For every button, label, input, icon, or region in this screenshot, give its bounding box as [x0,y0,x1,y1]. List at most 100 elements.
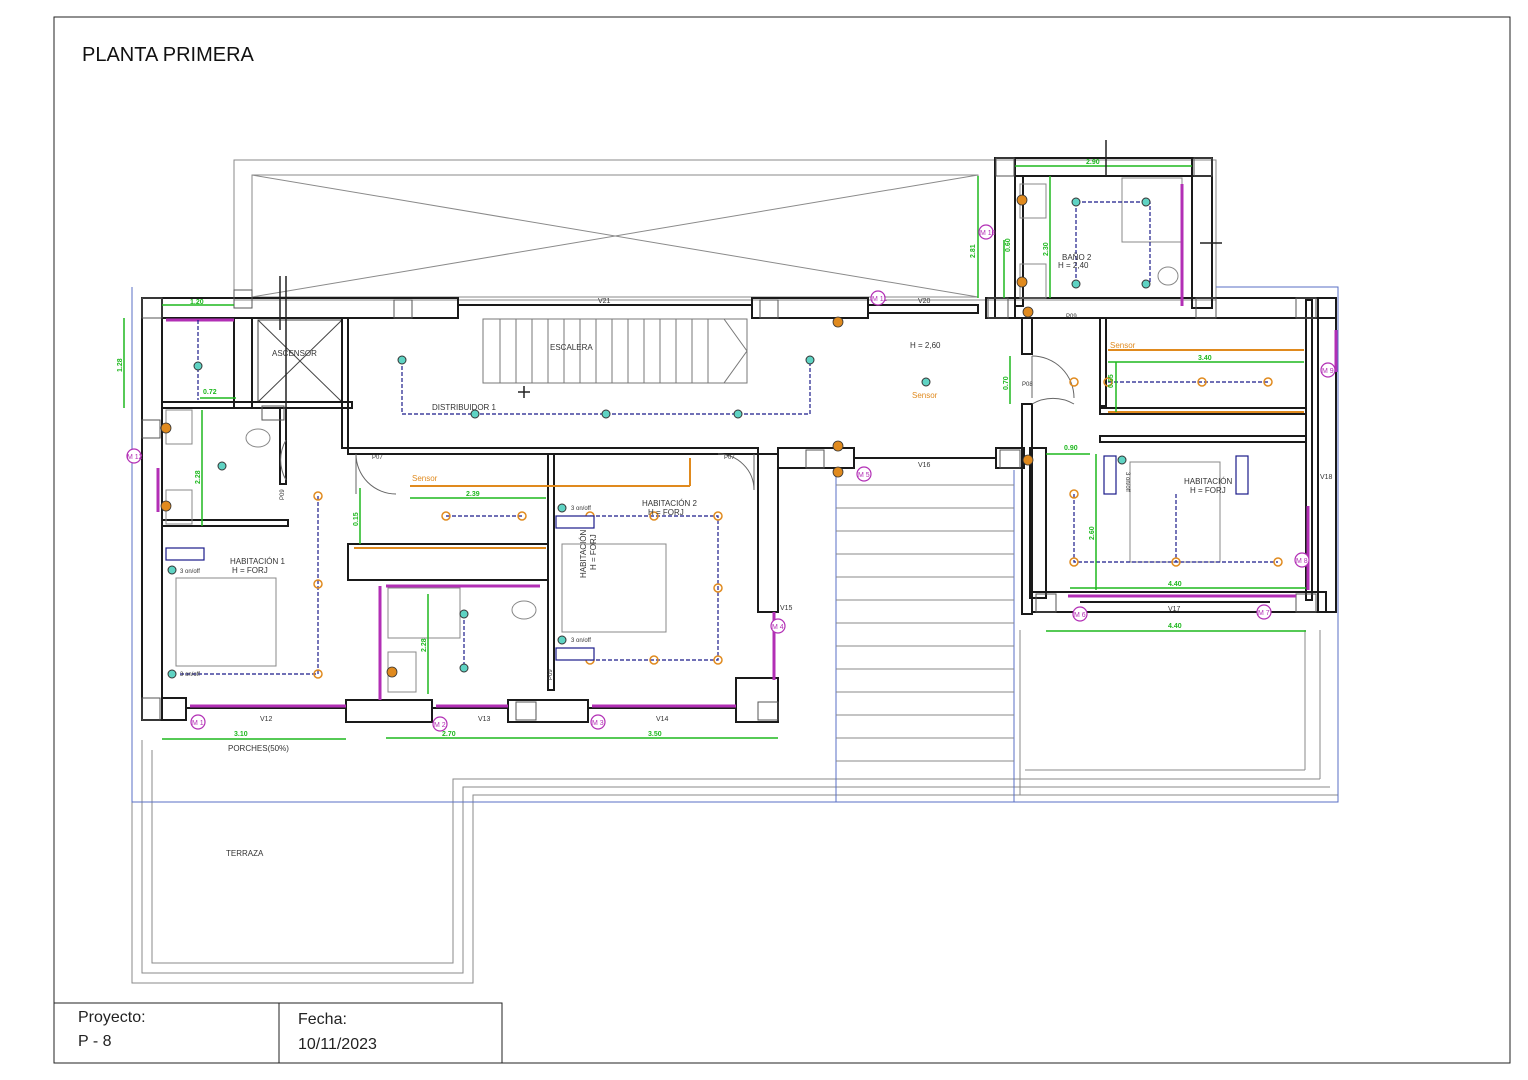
wall-light [832,466,844,478]
light-fixtures [167,197,1151,679]
room-label-hab1: HABITACIÓN 1 [230,557,286,566]
wall-light [1022,454,1034,466]
light-fixture [601,409,611,419]
light-fixture [1071,197,1081,207]
motor-label: M 1 [192,720,204,727]
room-label-ascensor: ASCENSOR [272,349,317,358]
motor-label: M 2 [434,722,446,729]
door-labels: P07 P07 P08 P09 P09 P09 [280,314,1077,680]
dimension-label: 0.70 [1003,376,1010,390]
dimension-label: 2.81 [970,244,977,258]
room-label-hab2-height: H = FORJ [648,508,684,517]
sensor-label: Sensor [412,474,438,483]
motor-label: M 4 [772,624,784,631]
dimension-label: 4.40 [1168,623,1182,630]
exterior-stair [836,484,1014,762]
door-label: P07 [372,455,383,461]
light-fixture [397,355,407,365]
project-label: Proyecto: [78,1009,146,1026]
dimension-label: 2.39 [466,491,480,498]
window-label: V20 [918,298,931,305]
light-fixture [459,609,469,619]
room-labels: ASCENSOR ESCALERA DISTRIBUIDOR 1 H = 2,6… [226,253,1233,858]
wall-light [1016,276,1028,288]
building-boundary [131,286,1339,803]
terrace-outline [131,159,1338,984]
dimension-label: 2.70 [442,731,456,738]
elevator-shaft [257,319,343,403]
window-strips [156,184,1338,708]
room-label-hab3-height: H = FORJ [1190,486,1226,495]
window-label: V15 [780,605,793,612]
dimension-label: 2.60 [1089,526,1096,540]
room-label-hab-vertical-height: H = FORJ [589,534,598,570]
dimension-label: 2.28 [421,638,428,652]
light-fixture [217,461,227,471]
room-label-bano2-height: H = 2,40 [1058,261,1089,270]
dimension-label: 2.90 [1086,159,1100,166]
dimension-label: 2.28 [195,470,202,484]
light-fixture [557,503,567,513]
light-fixture [193,361,203,371]
dimension-label: 0.90 [1064,445,1078,452]
light-fixture [557,635,567,645]
room-label-hab1-height: H = FORJ [232,566,268,575]
wall-light [386,666,398,678]
door-label: P07 [724,455,735,461]
date-label: Fecha: [298,1011,347,1028]
sensor-label: Sensor [912,391,938,400]
motor-label: M 9 [1322,368,1334,375]
room-label-distribuidor: DISTRIBUIDOR 1 [432,403,497,412]
switch-panel [555,515,595,529]
dimension-label: 2.30 [1043,242,1050,256]
switch-label: 3 on/off [571,638,591,644]
dimension-label: 1.20 [190,299,204,306]
dimension-label: 0.72 [203,389,217,396]
dimension-label: 0.55 [1108,374,1115,388]
date-value: 10/11/2023 [298,1036,377,1053]
room-label-hab-vertical: HABITACIÓN [579,529,588,578]
switch-label: 3 on/off [180,672,200,678]
switch-panels [165,455,1249,661]
door-label: P09 [280,489,286,500]
room-label-distribuidor-height: H = 2,60 [910,341,941,350]
window-label: V17 [1168,606,1181,613]
construction-marks [279,140,1222,440]
interior-stair [482,318,748,384]
dimension-label: 3.10 [234,731,248,738]
light-fixture [1071,279,1081,289]
light-fixture [1117,455,1127,465]
window-label: V21 [598,298,611,305]
switch-panel [1235,455,1249,495]
wall-light [832,440,844,452]
motor-label: M 8 [1296,558,1308,565]
lighting-circuits [180,201,1278,675]
downlights [313,377,1283,679]
wall-light [160,500,172,512]
door-label: P09 [548,669,554,680]
dimension-label: 3.50 [648,731,662,738]
window-label: V16 [918,462,931,469]
room-label-hab3: HABITACIÓN [1184,477,1233,486]
light-fixture [733,409,743,419]
switch-panel [555,647,595,661]
floor-plan-sheet: ASCENSOR ESCALERA DISTRIBUIDOR 1 H = 2,6… [53,16,1511,1064]
sensor-label: Sensor [1110,341,1136,350]
room-label-terraza: TERRAZA [226,849,264,858]
light-fixture [1141,197,1151,207]
project-value: P - 8 [78,1033,112,1050]
window-label: V12 [260,716,273,723]
dimension-label: 0.15 [353,512,360,526]
light-fixture [805,355,815,365]
dimension-label: 0.60 [1005,238,1012,252]
motor-label: M 11 [872,296,887,303]
dimension-label: 1.28 [117,358,124,372]
motor-label: M 5 [858,472,870,479]
motor-label: M 6 [1074,612,1086,619]
room-label-escalera: ESCALERA [550,343,593,352]
light-fixture [167,669,177,679]
switch-panel [1103,455,1117,495]
wall-light [1016,194,1028,206]
light-fixture [167,565,177,575]
wall-light [160,422,172,434]
